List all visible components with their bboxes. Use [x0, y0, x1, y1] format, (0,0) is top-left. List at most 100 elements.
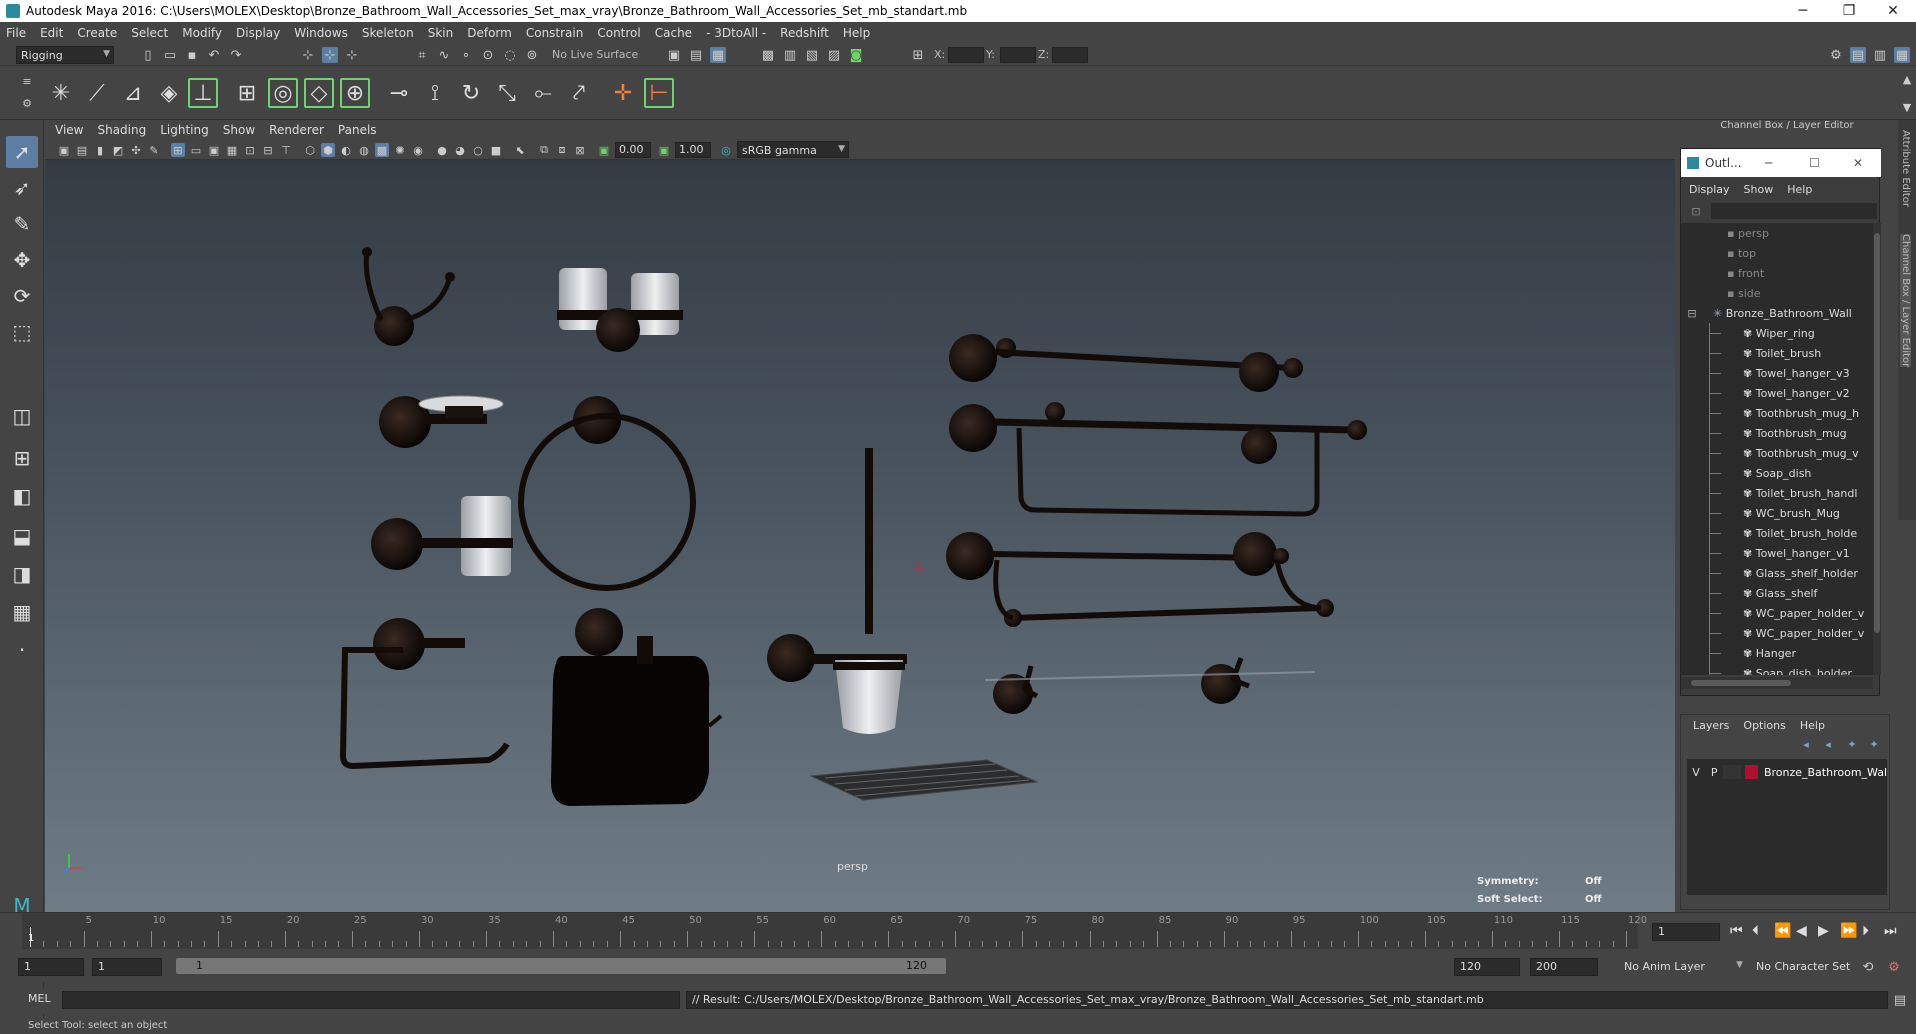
camera-attributes-icon[interactable]: ▤ — [75, 143, 89, 157]
close-icon[interactable]: ✕ — [1853, 156, 1863, 170]
select-component-icon[interactable]: ⊹ — [344, 47, 360, 63]
collapse-icon[interactable]: ⊟ — [1681, 307, 1703, 320]
towel-shelf-rack[interactable] — [949, 402, 1367, 517]
wrap-deformer-icon[interactable]: ◇ — [304, 78, 334, 108]
wireframe-on-shaded-icon[interactable]: ◍ — [357, 143, 371, 157]
tree-item-mesh[interactable]: ✾ Soap_dish_holder — [1681, 663, 1873, 675]
drain-grate[interactable] — [809, 759, 1039, 801]
tree-item-mesh[interactable]: ✾ Glass_shelf_holder — [1681, 563, 1873, 583]
minimize-icon[interactable]: ─ — [1765, 156, 1772, 170]
menu-cache[interactable]: Cache — [655, 26, 692, 40]
smooth-shade-icon[interactable]: ⬢ — [321, 143, 335, 157]
gamma-icon[interactable]: ▣ — [657, 143, 671, 157]
safe-action-icon[interactable]: ⊟ — [261, 143, 275, 157]
menu-help[interactable]: Help — [843, 26, 870, 40]
new-scene-icon[interactable]: ▯ — [140, 47, 156, 63]
ik-fk-switch-icon[interactable]: ⊢ — [644, 78, 674, 108]
move-layer-up-icon[interactable]: ◂ — [1799, 737, 1813, 751]
menu-modify[interactable]: Modify — [182, 26, 222, 40]
y-coord-field[interactable] — [1000, 47, 1036, 63]
shelf-scroll-up-icon[interactable]: ▲ — [1900, 72, 1914, 86]
layer-menu-help[interactable]: Help — [1800, 719, 1825, 732]
select-tool-icon[interactable]: ➚ — [6, 136, 38, 168]
mirror-joint-icon[interactable]: ◈ — [154, 78, 184, 108]
minimize-button[interactable]: ─ — [1780, 0, 1826, 22]
menu-control[interactable]: Control — [597, 26, 640, 40]
toothbrush-mug[interactable] — [371, 496, 513, 576]
paint-select-tool-icon[interactable]: ✎ — [6, 208, 38, 240]
toilet-brush-holder[interactable] — [767, 448, 907, 734]
layer-color-swatch[interactable] — [1745, 765, 1758, 779]
script-editor-icon[interactable]: ▤ — [1892, 992, 1908, 1008]
character-set-dropdown[interactable]: No Character Set — [1752, 958, 1870, 976]
attribute-editor-tab[interactable]: Attribute Editor — [1900, 130, 1911, 207]
viewport-menu-panels[interactable]: Panels — [338, 123, 377, 137]
exposure-icon[interactable]: ▣ — [597, 143, 611, 157]
undo-icon[interactable]: ↶ — [206, 47, 222, 63]
shelf-options-icon[interactable]: ⚙ — [20, 96, 34, 110]
layer-menu-options[interactable]: Options — [1743, 719, 1785, 732]
view-transform-dropdown[interactable]: sRGB gamma ▼ — [737, 141, 849, 158]
modeling-toolkit-icon[interactable]: ⚙ — [1828, 47, 1844, 63]
color-management-icon[interactable]: ◎ — [719, 143, 733, 157]
scale-tool-icon[interactable]: ⬚ — [6, 316, 38, 348]
new-layer-selected-icon[interactable]: ✦ — [1867, 737, 1881, 751]
menu-redshift[interactable]: Redshift — [780, 26, 829, 40]
maximize-button[interactable]: ❐ — [1826, 0, 1872, 22]
hanger-hook-right[interactable] — [1201, 657, 1250, 704]
menu-skin[interactable]: Skin — [428, 26, 454, 40]
outliner-horizontal-scrollbar[interactable] — [1681, 677, 1873, 689]
point-constraint-icon[interactable]: ⊸ — [384, 78, 414, 108]
bookmark-icon[interactable]: ▮ — [93, 143, 107, 157]
orient-constraint-icon[interactable]: ↻ — [456, 78, 486, 108]
lattice-icon[interactable]: ⊞ — [232, 78, 262, 108]
play-forwards-icon[interactable]: ▶ — [1818, 923, 1829, 939]
use-default-material-icon[interactable]: ◐ — [339, 143, 353, 157]
menu-3dtoall[interactable]: - 3DtoAll - — [706, 26, 766, 40]
aim-constraint-icon[interactable]: ⟟ — [420, 78, 450, 108]
save-scene-icon[interactable]: ▪ — [184, 47, 200, 63]
tree-item-mesh[interactable]: ✾ Towel_hanger_v1 — [1681, 543, 1873, 563]
step-back-key-icon[interactable]: ⏪ — [1774, 923, 1791, 939]
snap-point-icon[interactable]: ∘ — [458, 47, 474, 63]
camera-select-icon[interactable]: ▣ — [57, 143, 71, 157]
tree-item-mesh[interactable]: ✾ Towel_hanger_v3 — [1681, 363, 1873, 383]
command-input[interactable] — [62, 991, 680, 1009]
tree-item-mesh[interactable]: ✾ Toilet_brush_handl — [1681, 483, 1873, 503]
menu-edit[interactable]: Edit — [40, 26, 63, 40]
scale-constraint-icon[interactable]: ⤡ — [492, 78, 522, 108]
soap-dish[interactable] — [379, 395, 504, 448]
tree-item-mesh[interactable]: ✾ WC_paper_holder_v — [1681, 623, 1873, 643]
output-ops-icon[interactable]: ▦ — [710, 47, 726, 63]
viewport-menu-view[interactable]: View — [55, 123, 83, 137]
layout-options-icon[interactable]: · — [6, 634, 38, 666]
auto-key-icon[interactable]: ⟲ — [1860, 959, 1876, 975]
select-object-icon[interactable]: ⊹ — [322, 47, 338, 63]
time-slider-track[interactable]: 1 5 10 15 20 25 30 35 40 45 50 55 60 65 70 75 80 85 90 95 1… — [22, 913, 1647, 949]
step-forward-frame-icon[interactable]: ⏵ — [1862, 923, 1869, 939]
isolate-select-icon[interactable]: ⬉ — [513, 143, 527, 157]
tree-item-top[interactable]: ▪ top — [1681, 243, 1873, 263]
single-perspective-layout-icon[interactable]: ◫ — [6, 400, 38, 432]
xray-active-components-icon[interactable]: ⧈ — [555, 143, 569, 157]
render-view-icon[interactable]: ◙ — [848, 47, 864, 63]
bind-skin-icon[interactable]: ⊕ — [340, 78, 370, 108]
step-forward-key-icon[interactable]: ⏩ — [1840, 923, 1857, 939]
persp-outliner-layout-icon[interactable]: ◧ — [6, 480, 38, 512]
node-editor-layout-icon[interactable]: ▦ — [6, 596, 38, 628]
animation-preferences-icon[interactable]: ⚙ — [1886, 959, 1902, 975]
tree-item-mesh[interactable]: ✾ Toothbrush_mug_h — [1681, 403, 1873, 423]
snap-surface-icon[interactable]: ◌ — [502, 47, 518, 63]
xray-joints-icon[interactable]: ⊠ — [573, 143, 587, 157]
cluster-icon[interactable]: ◎ — [268, 78, 298, 108]
outliner-vertical-scrollbar[interactable] — [1873, 223, 1881, 675]
outliner-menu-show[interactable]: Show — [1744, 183, 1774, 196]
new-empty-layer-icon[interactable]: ✦ — [1845, 737, 1859, 751]
locator-icon[interactable]: ✛ — [608, 78, 638, 108]
tree-item-mesh[interactable]: ✾ WC_paper_holder_v — [1681, 603, 1873, 623]
tree-item-mesh[interactable]: ✾ Toothbrush_mug — [1681, 423, 1873, 443]
menu-set-dropdown[interactable]: Rigging ▼ — [16, 46, 114, 64]
close-button[interactable]: ✕ — [1870, 0, 1916, 22]
z-coord-field[interactable] — [1052, 47, 1088, 63]
double-robe-hook[interactable] — [362, 247, 455, 346]
